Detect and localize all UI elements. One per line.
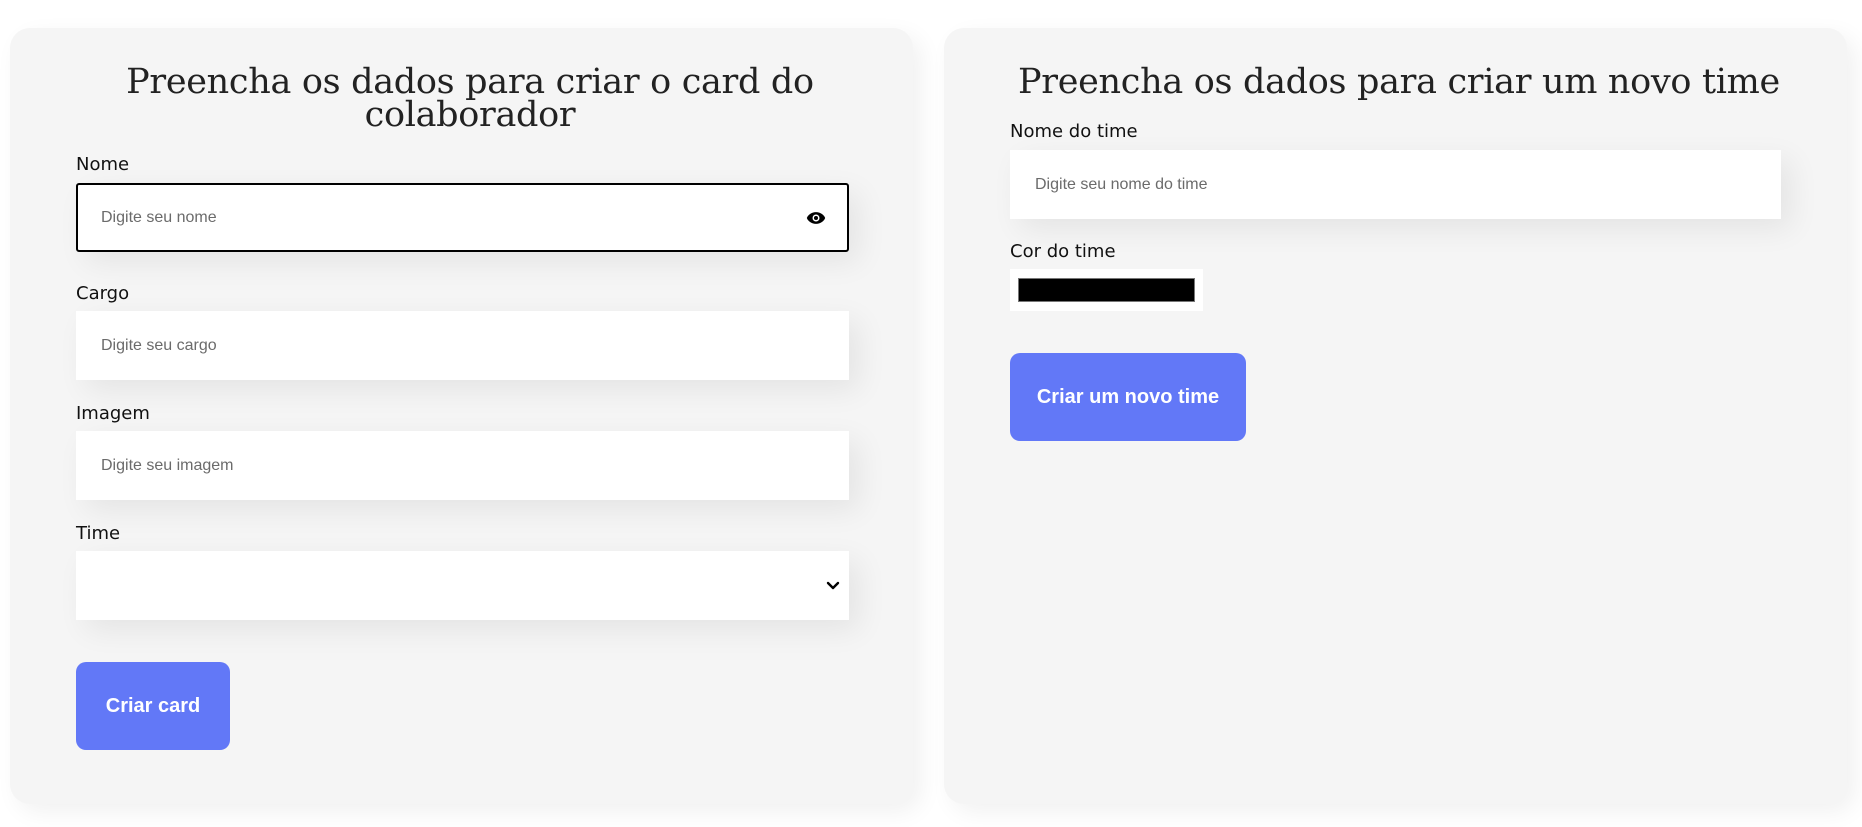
eye-icon[interactable] — [806, 211, 826, 225]
imagem-input[interactable] — [76, 431, 849, 500]
collaborator-form-panel: Preencha os dados para criar o card do c… — [10, 28, 913, 804]
time-label: Time — [76, 523, 121, 544]
nome-label: Nome — [76, 154, 130, 175]
collaborator-form-title: Preencha os dados para criar o card do c… — [126, 62, 814, 135]
cargo-input[interactable] — [76, 311, 849, 380]
cargo-label: Cargo — [76, 283, 130, 304]
team-form-panel: Preencha os dados para criar um novo tim… — [944, 28, 1847, 804]
chevron-down-icon — [826, 581, 840, 590]
nome-time-input[interactable] — [1010, 150, 1781, 219]
nome-input[interactable] — [76, 183, 849, 252]
cor-time-label: Cor do time — [1010, 241, 1116, 262]
cor-time-picker[interactable] — [1010, 269, 1203, 311]
imagem-label: Imagem — [76, 403, 150, 424]
time-select[interactable] — [76, 551, 849, 620]
color-swatch[interactable] — [1018, 278, 1195, 302]
criar-card-button[interactable]: Criar card — [76, 662, 230, 750]
team-form-title: Preencha os dados para criar um novo tim… — [1018, 62, 1780, 102]
criar-time-button[interactable]: Criar um novo time — [1010, 353, 1246, 441]
nome-time-label: Nome do time — [1010, 121, 1138, 142]
page: Preencha os dados para criar o card do c… — [0, 0, 1862, 827]
